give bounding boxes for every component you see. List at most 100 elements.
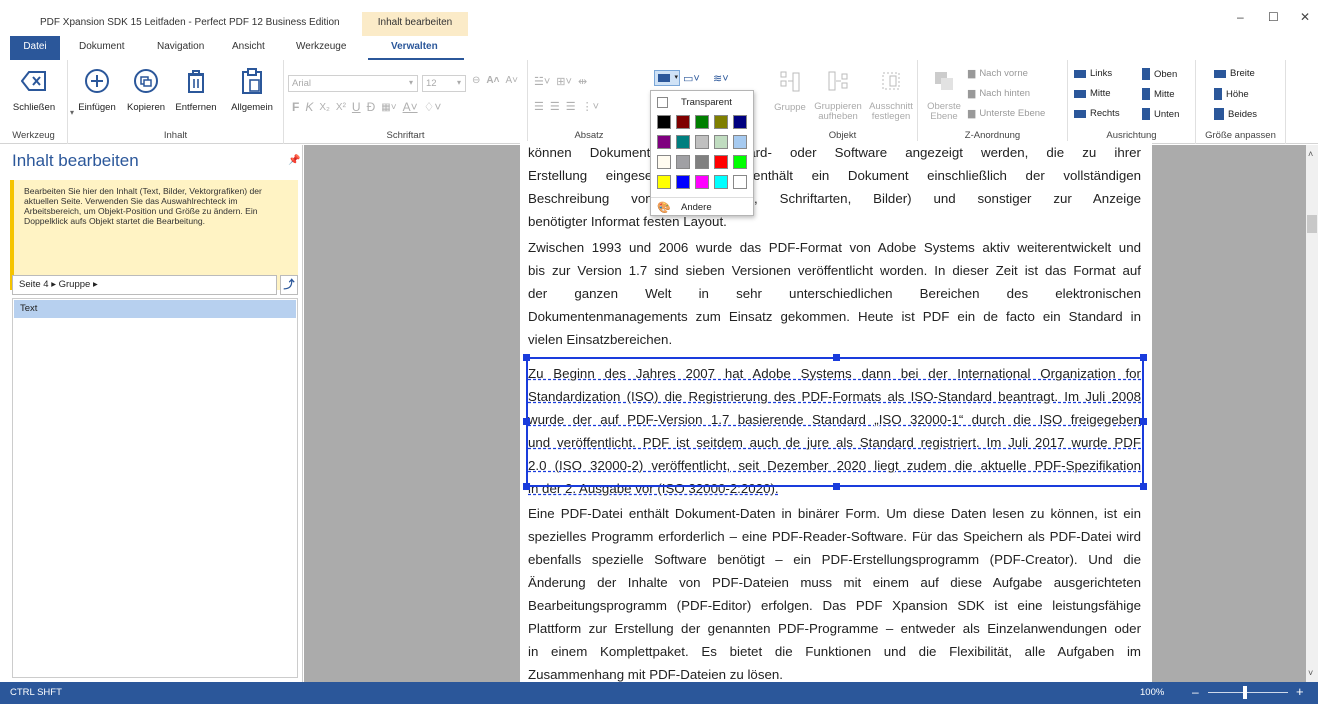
- stroke-color-button[interactable]: ▭˅: [683, 72, 700, 85]
- copy-button[interactable]: Kopieren: [122, 66, 170, 113]
- resize-handle-nw[interactable]: [523, 354, 530, 361]
- align-right-button[interactable]: Rechts: [1074, 108, 1120, 119]
- crop-button[interactable]: Ausschnitt festlegen: [866, 66, 916, 122]
- color-swatch[interactable]: [657, 155, 671, 169]
- tree-item-text[interactable]: Text: [14, 300, 296, 318]
- color-swatch[interactable]: [676, 135, 690, 149]
- color-swatch[interactable]: [695, 175, 709, 189]
- underline-icon[interactable]: U: [352, 100, 361, 114]
- selection-frame[interactable]: [523, 354, 1147, 490]
- paragraph-4[interactable]: Eine PDF-Datei enthält Dokument-Daten in…: [528, 502, 1141, 686]
- color-swatch[interactable]: [676, 175, 690, 189]
- fill-color-button[interactable]: ▾: [654, 70, 680, 86]
- minimize-button[interactable]: –: [1237, 10, 1244, 24]
- maximize-button[interactable]: ☐: [1268, 10, 1279, 24]
- line-spacing-icon[interactable]: ⋮˅: [582, 100, 599, 113]
- general-button[interactable]: Allgemein: [226, 66, 278, 113]
- font-family-select[interactable]: Arial ▾: [288, 75, 418, 92]
- resize-handle-ne[interactable]: [1140, 354, 1147, 361]
- color-swatch[interactable]: [733, 155, 747, 169]
- bold-button[interactable]: F: [292, 100, 299, 114]
- color-swatch[interactable]: [657, 135, 671, 149]
- align-center-icon[interactable]: ☰: [550, 100, 560, 113]
- close-button[interactable]: ✕: [1300, 10, 1310, 24]
- top-layer-button[interactable]: Oberste Ebene: [922, 66, 966, 122]
- strikethrough-icon[interactable]: Ð: [367, 100, 376, 114]
- clear-format-icon[interactable]: ⊖: [472, 75, 480, 86]
- resize-handle-se[interactable]: [1140, 483, 1147, 490]
- color-swatch[interactable]: [714, 155, 728, 169]
- highlight-icon[interactable]: ▦˅: [381, 102, 396, 113]
- font-size-select[interactable]: 12 ▾: [422, 75, 466, 92]
- align-left-button[interactable]: Links: [1074, 68, 1112, 79]
- transparent-checkbox[interactable]: [657, 97, 668, 108]
- zoom-slider-thumb[interactable]: [1243, 686, 1247, 699]
- indent-icon[interactable]: ⇹: [578, 75, 587, 88]
- color-swatch[interactable]: [695, 115, 709, 129]
- color-swatch[interactable]: [676, 115, 690, 129]
- color-swatch[interactable]: [695, 135, 709, 149]
- tab-ansicht[interactable]: Ansicht: [232, 41, 265, 52]
- shrink-font-icon[interactable]: A˅: [505, 75, 518, 86]
- scroll-thumb[interactable]: [1307, 215, 1317, 233]
- color-swatch[interactable]: [695, 155, 709, 169]
- subscript-icon[interactable]: X₂: [319, 102, 330, 113]
- zoom-slider-track[interactable]: [1208, 692, 1288, 693]
- scroll-down-icon[interactable]: ˅: [1308, 668, 1313, 678]
- resize-handle-n[interactable]: [833, 354, 840, 361]
- vertical-scrollbar[interactable]: ˄ ˅: [1306, 145, 1318, 682]
- superscript-icon[interactable]: X²: [336, 102, 346, 113]
- align-left-icon[interactable]: ☰: [534, 100, 544, 113]
- color-swatch[interactable]: [714, 175, 728, 189]
- insert-dropdown-arrow[interactable]: ▾: [70, 108, 74, 117]
- resize-handle-s[interactable]: [833, 483, 840, 490]
- color-swatch[interactable]: [733, 115, 747, 129]
- color-swatch[interactable]: [714, 135, 728, 149]
- list-icon[interactable]: ☱˅: [534, 75, 550, 88]
- transparent-label[interactable]: Transparent: [681, 97, 732, 108]
- align-right-icon[interactable]: ☰: [566, 100, 576, 113]
- scroll-up-icon[interactable]: ˄: [1308, 149, 1313, 159]
- color-swatch[interactable]: [714, 115, 728, 129]
- grow-font-icon[interactable]: A˄: [486, 75, 499, 86]
- forward-button[interactable]: ▆ Nach vorne: [968, 68, 1028, 79]
- color-swatch[interactable]: [676, 155, 690, 169]
- paragraph-1[interactable]: können Dokument on der Hard- oder Softwa…: [528, 141, 1141, 233]
- resize-handle-w[interactable]: [523, 418, 530, 425]
- italic-button[interactable]: K: [305, 100, 313, 114]
- resize-handle-sw[interactable]: [523, 483, 530, 490]
- ungroup-button[interactable]: Gruppieren aufheben: [812, 66, 864, 122]
- font-color-icon[interactable]: A˅: [403, 100, 418, 114]
- zoom-in-button[interactable]: +: [1296, 684, 1304, 699]
- close-tool-button[interactable]: Schließen: [6, 66, 62, 113]
- align-middle-button[interactable]: Mitte: [1142, 88, 1175, 100]
- align-center-button[interactable]: Mitte: [1074, 88, 1111, 99]
- breadcrumb-up-button[interactable]: ⤴: [280, 275, 298, 295]
- align-top-button[interactable]: Oben: [1142, 68, 1177, 80]
- other-colors-button[interactable]: Andere: [681, 202, 712, 213]
- resize-handle-e[interactable]: [1140, 418, 1147, 425]
- backward-button[interactable]: ▆ Nach hinten: [968, 88, 1030, 99]
- pin-icon[interactable]: 📌: [288, 155, 300, 166]
- color-swatch[interactable]: [657, 115, 671, 129]
- tab-navigation[interactable]: Navigation: [157, 41, 204, 52]
- fit-both-button[interactable]: Beides: [1214, 108, 1257, 120]
- color-swatch[interactable]: [733, 175, 747, 189]
- zoom-out-button[interactable]: –: [1192, 685, 1199, 699]
- fit-width-button[interactable]: Breite: [1214, 68, 1255, 79]
- table-icon[interactable]: ⊞˅: [556, 75, 572, 88]
- color-swatch[interactable]: [657, 175, 671, 189]
- insert-button[interactable]: Einfügen: [74, 66, 120, 113]
- tab-verwalten[interactable]: Verwalten: [391, 41, 438, 52]
- breadcrumb[interactable]: Seite 4 ▸ Gruppe ▸: [12, 275, 277, 295]
- tab-datei[interactable]: Datei: [10, 36, 60, 60]
- bottom-layer-button[interactable]: ▆ Unterste Ebene: [968, 108, 1045, 119]
- paragraph-2[interactable]: Zwischen 1993 und 2006 wurde das PDF-For…: [528, 236, 1141, 351]
- color-swatch[interactable]: [733, 135, 747, 149]
- fit-height-button[interactable]: Höhe: [1214, 88, 1249, 100]
- tab-werkzeuge[interactable]: Werkzeuge: [296, 41, 346, 52]
- remove-button[interactable]: Entfernen: [170, 66, 222, 113]
- tab-dokument[interactable]: Dokument: [79, 41, 125, 52]
- group-button[interactable]: Gruppe: [772, 66, 808, 113]
- line-style-button[interactable]: ≋˅: [713, 72, 729, 85]
